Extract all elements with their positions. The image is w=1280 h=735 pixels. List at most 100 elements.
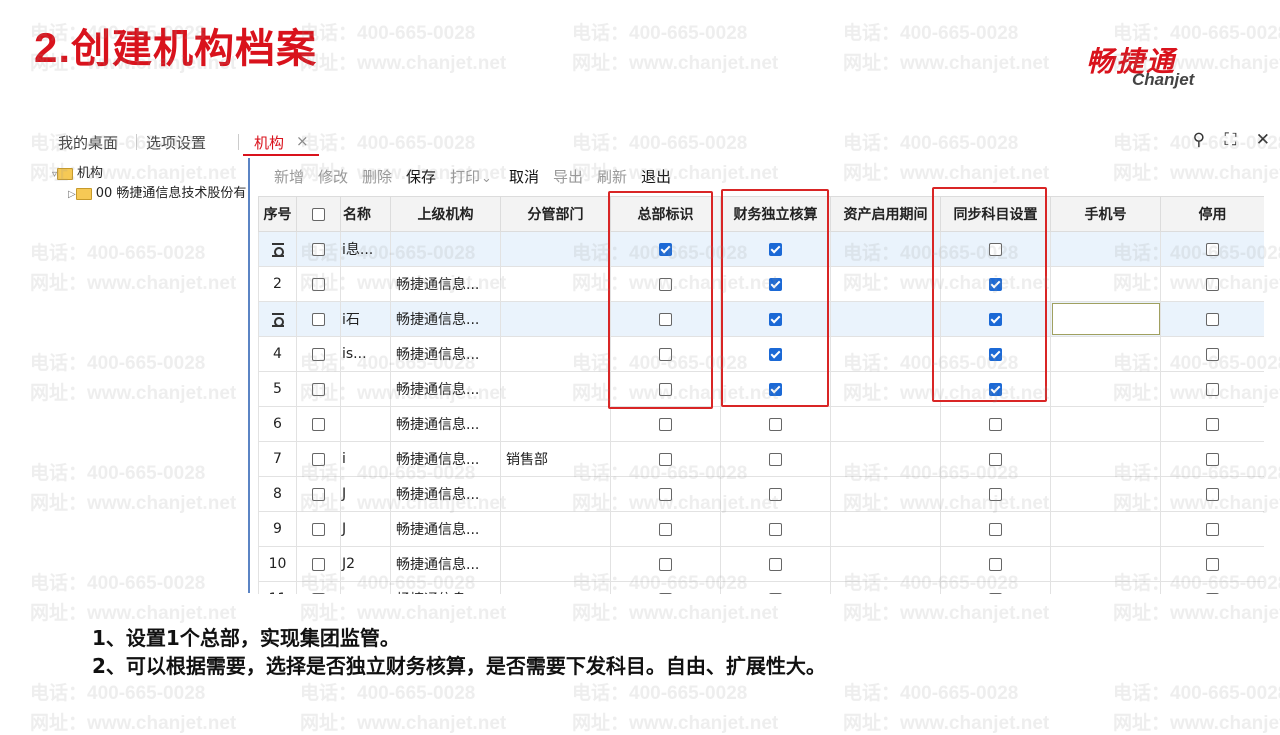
row-period[interactable] xyxy=(830,301,941,337)
pane-divider[interactable] xyxy=(248,158,250,593)
row-sync-cell[interactable] xyxy=(940,581,1051,594)
row-select-checkbox[interactable] xyxy=(312,557,325,571)
phone-input[interactable] xyxy=(1051,303,1160,335)
row-name[interactable]: J xyxy=(340,476,391,512)
row-period[interactable] xyxy=(830,266,941,302)
row-parent[interactable]: 畅捷通信息... xyxy=(390,581,501,594)
cancel-button[interactable]: 取消 xyxy=(509,166,539,187)
row-phone[interactable] xyxy=(1050,441,1161,477)
disabled-checkbox[interactable] xyxy=(1206,592,1219,594)
row-phone[interactable] xyxy=(1050,406,1161,442)
row-phone[interactable] xyxy=(1050,371,1161,407)
row-parent[interactable]: 畅捷通信息... xyxy=(390,441,501,477)
row-disabled-cell[interactable] xyxy=(1160,266,1264,302)
row-name[interactable]: is... xyxy=(340,336,391,372)
row-fin-cell[interactable] xyxy=(720,511,831,547)
row-select-cell[interactable] xyxy=(296,511,341,547)
row-fin-cell[interactable] xyxy=(720,546,831,582)
row-select-cell[interactable] xyxy=(296,301,341,337)
disabled-checkbox[interactable] xyxy=(1206,487,1219,501)
row-select-cell[interactable] xyxy=(296,266,341,302)
row-period[interactable] xyxy=(830,511,941,547)
fin-independent-checkbox[interactable] xyxy=(769,452,782,466)
row-hq-cell[interactable] xyxy=(610,441,721,477)
row-hq-cell[interactable] xyxy=(610,511,721,547)
row-hq-cell[interactable] xyxy=(610,476,721,512)
row-phone[interactable] xyxy=(1050,301,1161,337)
row-fin-cell[interactable] xyxy=(720,441,831,477)
row-sync-cell[interactable] xyxy=(940,546,1051,582)
row-dept[interactable] xyxy=(500,336,611,372)
row-parent[interactable]: 畅捷通信息... xyxy=(390,301,501,337)
search-icon[interactable]: ⚲ xyxy=(1193,130,1205,150)
table-row[interactable]: 6 畅捷通信息... xyxy=(258,406,1264,442)
disabled-checkbox[interactable] xyxy=(1206,417,1219,431)
hq-checkbox[interactable] xyxy=(659,417,672,431)
row-select-checkbox[interactable] xyxy=(312,242,325,256)
row-name[interactable]: i息... xyxy=(340,231,391,267)
row-dept[interactable] xyxy=(500,371,611,407)
table-row[interactable]: 8 J 畅捷通信息... xyxy=(258,476,1264,512)
row-dept[interactable] xyxy=(500,406,611,442)
disabled-checkbox[interactable] xyxy=(1206,312,1219,326)
table-row[interactable]: 9 J 畅捷通信息... xyxy=(258,511,1264,547)
row-fin-cell[interactable] xyxy=(720,406,831,442)
row-select-checkbox[interactable] xyxy=(312,277,325,291)
tree-root[interactable]: ▿ 机构 xyxy=(52,162,103,181)
tab-desktop[interactable]: 我的桌面 xyxy=(58,132,118,153)
row-dept[interactable] xyxy=(500,581,611,594)
col-header-parent[interactable]: 上级机构 xyxy=(390,196,501,232)
maximize-icon[interactable]: ⛶ xyxy=(1224,130,1236,150)
disabled-checkbox[interactable] xyxy=(1206,277,1219,291)
save-button[interactable]: 保存 xyxy=(406,166,436,187)
tab-organization[interactable]: 机构 xyxy=(254,132,284,153)
disabled-checkbox[interactable] xyxy=(1206,242,1219,256)
row-disabled-cell[interactable] xyxy=(1160,406,1264,442)
disabled-checkbox[interactable] xyxy=(1206,557,1219,571)
row-parent[interactable]: 畅捷通信息... xyxy=(390,266,501,302)
row-select-cell[interactable] xyxy=(296,581,341,594)
row-parent[interactable]: 畅捷通信息... xyxy=(390,476,501,512)
row-select-cell[interactable] xyxy=(296,371,341,407)
row-select-checkbox[interactable] xyxy=(312,382,325,396)
tree-item-company[interactable]: ▷ 00 畅捷通信息技术股份有 xyxy=(68,182,246,201)
row-parent[interactable]: 畅捷通信息... xyxy=(390,371,501,407)
row-parent[interactable]: 畅捷通信息... xyxy=(390,511,501,547)
row-period[interactable] xyxy=(830,231,941,267)
hq-checkbox[interactable] xyxy=(659,592,672,594)
new-button[interactable]: 新增 xyxy=(274,166,304,187)
row-disabled-cell[interactable] xyxy=(1160,511,1264,547)
row-phone[interactable] xyxy=(1050,546,1161,582)
row-dept[interactable] xyxy=(500,546,611,582)
row-select-cell[interactable] xyxy=(296,336,341,372)
row-name[interactable] xyxy=(340,581,391,594)
row-select-checkbox[interactable] xyxy=(312,417,325,431)
row-dept[interactable] xyxy=(500,511,611,547)
row-phone[interactable] xyxy=(1050,266,1161,302)
row-phone[interactable] xyxy=(1050,336,1161,372)
select-all-checkbox[interactable] xyxy=(312,207,325,221)
sync-subject-checkbox[interactable] xyxy=(989,592,1002,594)
row-select-checkbox[interactable] xyxy=(312,592,325,594)
row-name[interactable]: J xyxy=(340,511,391,547)
disabled-checkbox[interactable] xyxy=(1206,382,1219,396)
row-sync-cell[interactable] xyxy=(940,511,1051,547)
col-header-disabled[interactable]: 停用 xyxy=(1160,196,1264,232)
row-period[interactable] xyxy=(830,441,941,477)
tab-close-icon[interactable]: × xyxy=(296,132,309,150)
row-name[interactable]: i石 xyxy=(340,301,391,337)
row-period[interactable] xyxy=(830,476,941,512)
fin-independent-checkbox[interactable] xyxy=(769,487,782,501)
col-header-seq[interactable]: 序号 xyxy=(258,196,297,232)
col-header-select[interactable] xyxy=(296,196,341,232)
hq-checkbox[interactable] xyxy=(659,487,672,501)
row-phone[interactable] xyxy=(1050,581,1161,594)
row-period[interactable] xyxy=(830,581,941,594)
row-disabled-cell[interactable] xyxy=(1160,581,1264,594)
row-sync-cell[interactable] xyxy=(940,406,1051,442)
row-name[interactable]: i xyxy=(340,441,391,477)
col-header-phone[interactable]: 手机号 xyxy=(1050,196,1161,232)
row-parent[interactable]: 畅捷通信息... xyxy=(390,336,501,372)
row-sync-cell[interactable] xyxy=(940,441,1051,477)
row-period[interactable] xyxy=(830,336,941,372)
